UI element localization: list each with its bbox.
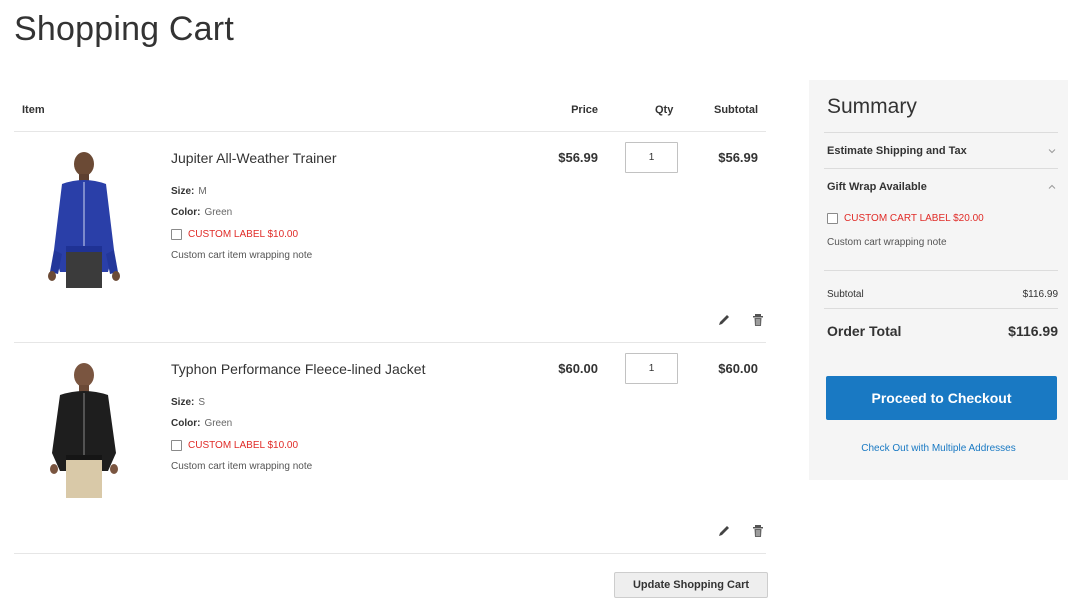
item-subtotal: $60.00 (718, 361, 758, 376)
column-header-subtotal: Subtotal (714, 104, 758, 116)
size-label: Size: (171, 397, 195, 408)
order-total-label: Order Total (827, 323, 902, 339)
order-total-value: $116.99 (1008, 323, 1058, 339)
chevron-up-icon (1048, 184, 1056, 189)
multiple-addresses-link[interactable]: Check Out with Multiple Addresses (809, 443, 1068, 454)
proceed-to-checkout-button[interactable]: Proceed to Checkout (826, 376, 1057, 420)
color-label: Color: (171, 418, 201, 429)
page-title: Shopping Cart (14, 10, 234, 48)
cart-table: Item Price Qty Subtotal Jupiter All-Weat… (14, 90, 766, 554)
subtotal-label: Subtotal (827, 289, 864, 300)
option-size: Size: M (171, 186, 207, 197)
black-jacket-photo[interactable] (44, 361, 124, 501)
custom-label-checkbox[interactable] (171, 440, 182, 451)
gift-wrap-label: Gift Wrap Available (827, 181, 927, 193)
subtotal-value: $116.99 (1022, 289, 1058, 300)
column-header-price: Price (571, 104, 598, 116)
divider (824, 270, 1058, 271)
estimate-shipping-label: Estimate Shipping and Tax (827, 145, 967, 157)
item-price: $56.99 (558, 150, 598, 165)
summary-title: Summary (827, 95, 917, 118)
size-value: S (198, 397, 206, 408)
custom-label-text: CUSTOM LABEL $10.00 (188, 229, 299, 240)
gift-label-option: CUSTOM CART LABEL $20.00 (827, 213, 984, 224)
cart-item-row: Jupiter All-Weather Trainer Size: M Color… (14, 132, 766, 343)
product-name-link[interactable]: Typhon Performance Fleece-lined Jacket (171, 361, 425, 377)
trash-icon[interactable] (750, 523, 766, 539)
column-header-qty: Qty (655, 104, 674, 116)
cart-table-header: Item Price Qty Subtotal (14, 90, 766, 132)
column-header-item: Item (22, 104, 45, 116)
estimate-shipping-toggle[interactable]: Estimate Shipping and Tax (824, 132, 1058, 169)
custom-label-text: CUSTOM LABEL $10.00 (188, 440, 299, 451)
custom-label-option: CUSTOM LABEL $10.00 (171, 440, 298, 451)
color-value: Green (204, 418, 233, 429)
option-color: Color: Green (171, 207, 232, 218)
color-value: Green (204, 207, 233, 218)
size-value: M (198, 186, 207, 197)
cart-item-row: Typhon Performance Fleece-lined Jacket S… (14, 343, 766, 554)
qty-input[interactable] (625, 142, 678, 173)
update-cart-button[interactable]: Update Shopping Cart (614, 572, 768, 598)
qty-input[interactable] (625, 353, 678, 384)
summary-panel: Summary Estimate Shipping and Tax Gift W… (809, 80, 1068, 480)
option-size: Size: S (171, 397, 205, 408)
item-price: $60.00 (558, 361, 598, 376)
divider (824, 308, 1058, 309)
size-label: Size: (171, 186, 195, 197)
custom-label-option: CUSTOM LABEL $10.00 (171, 229, 298, 240)
wrapping-note: Custom cart item wrapping note (171, 250, 313, 261)
color-label: Color: (171, 207, 201, 218)
wrapping-note: Custom cart item wrapping note (171, 461, 313, 472)
blue-jacket-photo[interactable] (44, 150, 124, 290)
pencil-icon[interactable] (716, 312, 732, 328)
custom-label-checkbox[interactable] (171, 229, 182, 240)
pencil-icon[interactable] (716, 523, 732, 539)
gift-wrap-toggle[interactable]: Gift Wrap Available (824, 168, 1058, 205)
product-name-link[interactable]: Jupiter All-Weather Trainer (171, 150, 336, 166)
gift-label-checkbox[interactable] (827, 213, 838, 224)
trash-icon[interactable] (750, 312, 766, 328)
option-color: Color: Green (171, 418, 232, 429)
gift-wrapping-note: Custom cart wrapping note (827, 237, 947, 248)
gift-label-text: CUSTOM CART LABEL $20.00 (844, 213, 984, 224)
chevron-down-icon (1048, 149, 1056, 154)
item-subtotal: $56.99 (718, 150, 758, 165)
